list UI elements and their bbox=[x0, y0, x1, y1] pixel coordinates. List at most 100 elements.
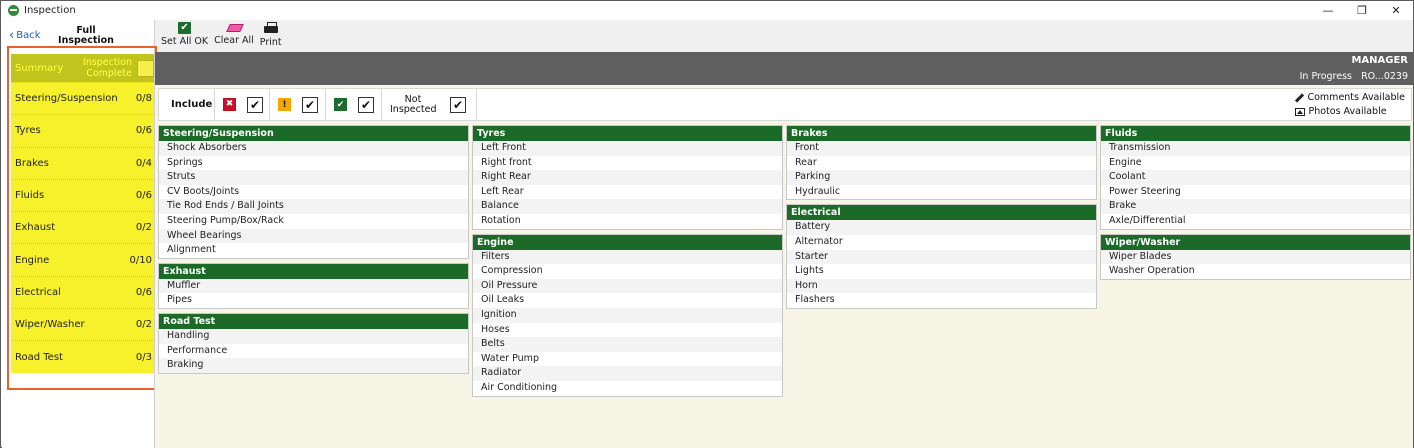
inspection-item[interactable]: Washer Operation bbox=[1101, 264, 1410, 279]
inspection-item[interactable]: Oil Leaks bbox=[473, 293, 782, 308]
inspection-item[interactable]: Wheel Bearings bbox=[159, 228, 468, 244]
sidebar-item[interactable]: Steering/Suspension 0/8 bbox=[11, 82, 156, 114]
inspection-item[interactable]: Struts bbox=[159, 170, 468, 185]
section-header[interactable]: Steering/Suspension bbox=[159, 126, 468, 141]
sidebar-item[interactable]: Tyres 0/6 bbox=[11, 114, 156, 146]
inspection-item[interactable]: Handling bbox=[159, 328, 468, 344]
close-button[interactable]: ✕ bbox=[1379, 1, 1413, 20]
inspection-item[interactable]: Water Pump bbox=[473, 351, 782, 367]
inspection-item[interactable]: Rotation bbox=[473, 213, 782, 229]
section-header[interactable]: Brakes bbox=[787, 126, 1096, 141]
inspection-item[interactable]: Horn bbox=[787, 278, 1096, 294]
inspection-item[interactable]: Axle/Differential bbox=[1101, 213, 1410, 229]
photos-label: Photos Available bbox=[1308, 106, 1387, 117]
section-header[interactable]: Engine bbox=[473, 234, 782, 250]
sidebar-item[interactable]: Road Test 0/3 bbox=[11, 340, 156, 372]
inspection-item[interactable]: Radiator bbox=[473, 366, 782, 381]
sidebar-item-label: Engine bbox=[15, 254, 50, 266]
inspection-item[interactable]: Tie Rod Ends / Ball Joints bbox=[159, 199, 468, 214]
inspection-item[interactable]: Shock Absorbers bbox=[159, 141, 468, 156]
filter-fail-group: ✖ ✔ bbox=[214, 89, 269, 120]
inspection-item[interactable]: Left Front bbox=[473, 141, 782, 156]
section-panel: Exhaust Muffler Pipes bbox=[158, 262, 469, 309]
filter-not-inspected-checkbox[interactable]: ✔ bbox=[450, 96, 466, 113]
sidebar-item[interactable]: Brakes 0/4 bbox=[11, 146, 156, 179]
inspection-item[interactable]: Right Rear bbox=[473, 170, 782, 185]
section-header[interactable]: Wiper/Washer bbox=[1101, 234, 1410, 250]
print-label: Print bbox=[259, 37, 282, 48]
inspection-item[interactable]: Brake bbox=[1101, 199, 1410, 214]
sidebar-item-label: Fluids bbox=[15, 190, 45, 202]
inspection-item[interactable]: Transmission bbox=[1101, 141, 1410, 156]
inspection-column-1: Steering/Suspension Shock Absorbers Spring… bbox=[158, 125, 469, 378]
minimize-button[interactable]: — bbox=[1311, 1, 1345, 20]
inspection-item[interactable]: Hydraulic bbox=[787, 184, 1096, 200]
sidebar-item[interactable]: Electrical 0/6 bbox=[11, 275, 156, 308]
check-icon: ✔ bbox=[249, 97, 261, 112]
filter-ok-checkbox[interactable]: ✔ bbox=[358, 96, 374, 113]
inspection-item[interactable]: Oil Pressure bbox=[473, 278, 782, 294]
inspection-item[interactable]: Air Conditioning bbox=[473, 380, 782, 396]
inspection-item[interactable]: Alternator bbox=[787, 234, 1096, 250]
inspection-column-3: Brakes Front Rear Parking Hydraulic Electrica… bbox=[786, 125, 1097, 313]
sidebar-item-count: 0/6 bbox=[135, 125, 152, 137]
set-all-ok-button[interactable]: ✔ Set All OK bbox=[161, 20, 208, 52]
fail-glyph: ✖ bbox=[224, 99, 235, 110]
inspection-item[interactable]: Compression bbox=[473, 264, 782, 279]
inspection-item[interactable]: Belts bbox=[473, 337, 782, 352]
inspection-item[interactable]: Lights bbox=[787, 264, 1096, 279]
inspection-item[interactable]: Front bbox=[787, 141, 1096, 156]
sidebar-item-label: Exhaust bbox=[15, 222, 56, 234]
ok-icon: ✔ bbox=[334, 98, 347, 111]
inspection-column-2: Tyres Left Front Right front Right Rear Left… bbox=[472, 125, 783, 401]
inspection-item[interactable]: Rear bbox=[787, 155, 1096, 171]
sidebar-item[interactable]: Engine 0/10 bbox=[11, 243, 156, 275]
section-header[interactable]: Fluids bbox=[1101, 126, 1410, 141]
section-header[interactable]: Tyres bbox=[473, 126, 782, 141]
print-button[interactable]: Print bbox=[260, 20, 282, 52]
filter-warning-checkbox[interactable]: ✔ bbox=[302, 96, 318, 113]
inspection-item[interactable]: Alignment bbox=[159, 243, 468, 258]
sidebar-summary[interactable]: Summary Inspection Complete bbox=[11, 54, 156, 82]
inspection-item[interactable]: Pipes bbox=[159, 293, 468, 308]
inspection-item[interactable]: Coolant bbox=[1101, 170, 1410, 185]
inspection-item[interactable]: Balance bbox=[473, 199, 782, 214]
warning-glyph: ! bbox=[282, 99, 287, 110]
inspection-item[interactable]: Power Steering bbox=[1101, 184, 1410, 200]
inspection-item[interactable]: Filters bbox=[473, 249, 782, 265]
inspection-item[interactable]: Starter bbox=[787, 249, 1096, 265]
not-inspected-label: Not Inspected bbox=[390, 93, 437, 115]
sidebar-item[interactable]: Wiper/Washer 0/2 bbox=[11, 308, 156, 340]
inspection-item[interactable]: Engine bbox=[1101, 155, 1410, 171]
inspection-item[interactable]: Ignition bbox=[473, 307, 782, 323]
inspection-item[interactable]: Performance bbox=[159, 343, 468, 359]
title-bar: Inspection — ❐ ✕ bbox=[1, 1, 1413, 20]
inspection-item[interactable]: Parking bbox=[787, 170, 1096, 185]
filter-fail-checkbox[interactable]: ✔ bbox=[247, 96, 263, 113]
eraser-icon bbox=[226, 23, 241, 33]
sidebar-item-count: 0/6 bbox=[135, 286, 152, 298]
inspection-item[interactable]: CV Boots/Joints bbox=[159, 184, 468, 200]
inspection-item[interactable]: Flashers bbox=[787, 293, 1096, 308]
inspection-item[interactable]: Battery bbox=[787, 220, 1096, 235]
back-button[interactable]: ‹ Back bbox=[9, 28, 40, 43]
section-header[interactable]: Electrical bbox=[787, 205, 1096, 221]
inspection-item[interactable]: Muffler bbox=[159, 278, 468, 294]
sidebar-item[interactable]: Fluids 0/6 bbox=[11, 178, 156, 211]
inspection-item[interactable]: Wiper Blades bbox=[1101, 249, 1410, 265]
clear-all-button[interactable]: Clear All bbox=[214, 20, 254, 52]
restore-button[interactable]: ❐ bbox=[1345, 1, 1379, 20]
inspection-item[interactable]: Braking bbox=[159, 358, 468, 373]
check-icon: ✔ bbox=[452, 97, 464, 112]
inspection-item[interactable]: Hoses bbox=[473, 322, 782, 338]
inspection-item[interactable]: Springs bbox=[159, 155, 468, 171]
inspection-item[interactable]: Left Rear bbox=[473, 184, 782, 200]
section-header[interactable]: Road Test bbox=[159, 313, 468, 329]
sidebar-item[interactable]: Exhaust 0/2 bbox=[11, 211, 156, 243]
inspection-complete-checkbox[interactable] bbox=[137, 60, 154, 77]
legend-comments: Comments Available bbox=[1295, 91, 1405, 105]
chevron-left-icon: ‹ bbox=[9, 28, 15, 43]
inspection-item[interactable]: Right front bbox=[473, 155, 782, 171]
inspection-item[interactable]: Steering Pump/Box/Rack bbox=[159, 213, 468, 229]
section-header[interactable]: Exhaust bbox=[159, 263, 468, 279]
